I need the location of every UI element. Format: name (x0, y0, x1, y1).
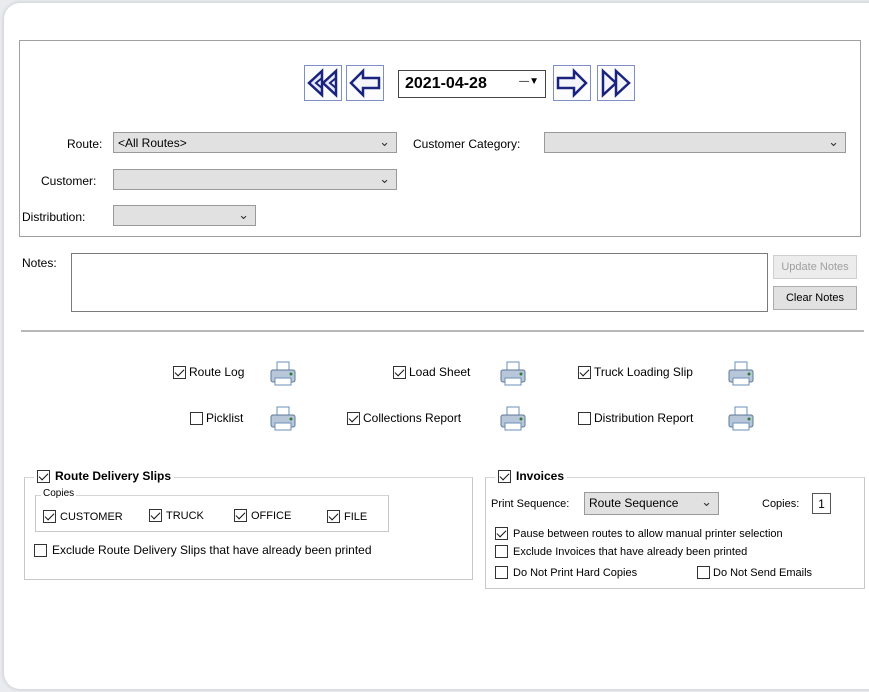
collections-report-label: Collections Report (363, 411, 462, 425)
load-sheet-label: Load Sheet (409, 365, 471, 379)
invoices-title[interactable]: Invoices (495, 469, 568, 483)
no-emails-option[interactable]: Do Not Send Emails (697, 566, 812, 579)
report-picklist[interactable]: Picklist (190, 411, 243, 425)
report-distribution[interactable]: Distribution Report (578, 411, 693, 425)
chevron-down-icon: ⌄ (379, 134, 390, 149)
distribution-report-label: Distribution Report (594, 411, 694, 425)
picklist-label: Picklist (206, 411, 244, 425)
report-route-log[interactable]: Route Log (173, 365, 244, 379)
customer-label: Customer: (41, 174, 97, 188)
office-copy-checkbox[interactable] (234, 509, 247, 522)
chevron-down-icon: ⌄ (379, 171, 390, 186)
double-left-arrow-icon (307, 68, 338, 98)
file-copy-label: FILE (344, 510, 368, 523)
chevron-down-icon: ⌄ (238, 207, 249, 222)
date-dropdown-icon[interactable]: ―▼ (519, 76, 539, 87)
truck-loading-slip-checkbox[interactable] (578, 365, 591, 379)
distribution-report-checkbox[interactable] (578, 411, 591, 425)
left-arrow-icon (349, 68, 381, 98)
notes-label: Notes: (22, 256, 57, 270)
copy-option-customer[interactable]: CUSTOMER (43, 510, 123, 523)
print-sequence-select[interactable]: Route Sequence ⌄ (584, 492, 719, 515)
exclude-invoices-option[interactable]: Exclude Invoices that have already been … (495, 545, 747, 558)
collections-report-checkbox[interactable] (347, 411, 360, 425)
invoice-copies-input[interactable]: 1 (812, 493, 831, 514)
right-arrow-icon (556, 68, 588, 98)
delivery-slips-title-text: Route Delivery Slips (55, 469, 172, 483)
printer-icon[interactable] (268, 360, 298, 388)
exclude-delivery-slips-label: Exclude Route Delivery Slips that have a… (52, 543, 372, 557)
no-hard-copies-option[interactable]: Do Not Print Hard Copies (495, 566, 637, 579)
file-copy-checkbox[interactable] (327, 510, 340, 523)
pause-between-routes-option[interactable]: Pause between routes to allow manual pri… (495, 527, 783, 540)
date-picker[interactable]: 2021-04-28 ―▼ (398, 70, 546, 98)
printer-icon[interactable] (268, 405, 298, 433)
exclude-invoices-checkbox[interactable] (495, 545, 508, 558)
notes-textarea[interactable] (71, 253, 768, 312)
distribution-label: Distribution: (22, 210, 86, 224)
picklist-checkbox[interactable] (190, 411, 203, 425)
print-sequence-value: Route Sequence (589, 496, 679, 510)
no-hard-copies-checkbox[interactable] (495, 566, 508, 579)
route-select[interactable]: <All Routes> ⌄ (113, 132, 397, 153)
truck-copy-checkbox[interactable] (149, 509, 162, 522)
delivery-slips-title[interactable]: Route Delivery Slips (34, 469, 175, 483)
chevron-down-icon: ⌄ (828, 134, 839, 149)
next-date-button[interactable] (553, 65, 591, 101)
chevron-down-icon: ⌄ (701, 494, 712, 509)
first-date-button[interactable] (304, 65, 342, 101)
printer-icon[interactable] (726, 405, 756, 433)
printer-icon[interactable] (726, 360, 756, 388)
exclude-invoices-label: Exclude Invoices that have already been … (513, 545, 748, 558)
no-hard-copies-label: Do Not Print Hard Copies (513, 566, 638, 579)
invoice-copies-label: Copies: (762, 498, 800, 510)
section-divider (21, 330, 864, 332)
exclude-delivery-slips-option[interactable]: Exclude Route Delivery Slips that have a… (34, 543, 372, 557)
no-emails-checkbox[interactable] (697, 566, 710, 579)
customer-category-select[interactable]: ⌄ (544, 132, 846, 153)
printer-icon[interactable] (498, 360, 528, 388)
office-copy-label: OFFICE (251, 509, 292, 522)
customer-copy-label: CUSTOMER (60, 510, 123, 523)
distribution-select[interactable]: ⌄ (113, 205, 256, 226)
report-collections[interactable]: Collections Report (347, 411, 461, 425)
route-log-checkbox[interactable] (173, 365, 186, 379)
truck-loading-slip-label: Truck Loading Slip (594, 365, 693, 379)
invoices-title-text: Invoices (516, 469, 565, 483)
customer-category-label: Customer Category: (413, 137, 521, 151)
pause-checkbox[interactable] (495, 527, 508, 540)
copies-group-label: Copies (41, 488, 77, 499)
exclude-delivery-slips-checkbox[interactable] (34, 543, 47, 557)
invoices-checkbox[interactable] (498, 469, 511, 483)
route-log-label: Route Log (189, 365, 245, 379)
printer-icon[interactable] (498, 405, 528, 433)
copy-option-file[interactable]: FILE (327, 510, 367, 523)
no-emails-label: Do Not Send Emails (713, 566, 813, 579)
clear-notes-button[interactable]: Clear Notes (773, 286, 857, 310)
copy-option-office[interactable]: OFFICE (234, 509, 291, 522)
delivery-slips-checkbox[interactable] (37, 469, 50, 483)
customer-copy-checkbox[interactable] (43, 510, 56, 523)
report-truck-loading-slip[interactable]: Truck Loading Slip (578, 365, 693, 379)
copy-option-truck[interactable]: TRUCK (149, 509, 204, 522)
last-date-button[interactable] (597, 65, 635, 101)
prev-date-button[interactable] (346, 65, 384, 101)
print-sequence-label: Print Sequence: (491, 498, 570, 510)
route-label: Route: (67, 137, 103, 151)
customer-select[interactable]: ⌄ (113, 169, 397, 190)
update-notes-button[interactable]: Update Notes (773, 255, 857, 279)
route-select-value: <All Routes> (118, 136, 187, 150)
report-load-sheet[interactable]: Load Sheet (393, 365, 470, 379)
date-value: 2021-04-28 (405, 75, 487, 92)
truck-copy-label: TRUCK (166, 509, 204, 522)
pause-label: Pause between routes to allow manual pri… (513, 527, 783, 540)
double-right-arrow-icon (601, 68, 631, 98)
load-sheet-checkbox[interactable] (393, 365, 406, 379)
